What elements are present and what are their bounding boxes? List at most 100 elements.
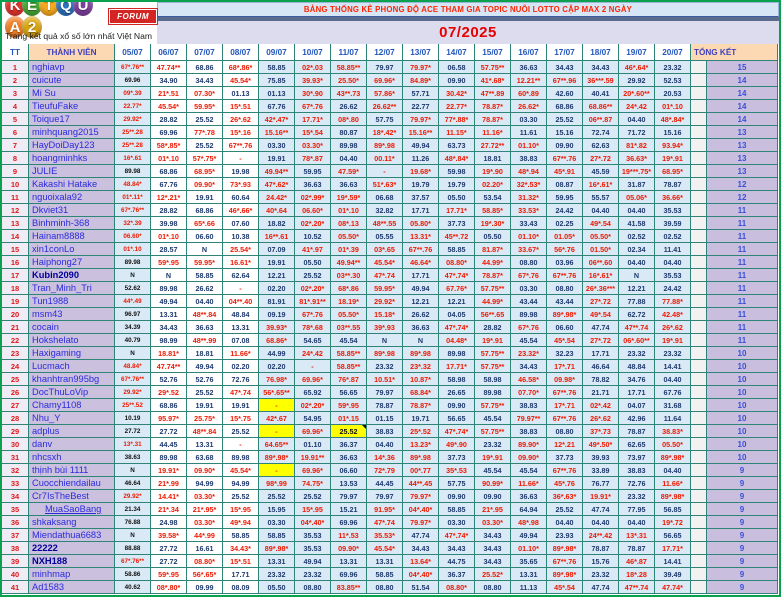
value-cell[interactable]: 04.40 <box>583 204 619 217</box>
value-cell[interactable]: 26.62** <box>367 100 403 113</box>
value-cell[interactable]: 57.75** <box>475 347 511 360</box>
value-cell[interactable]: 44.75 <box>439 555 475 568</box>
value-cell[interactable]: 96.97 <box>115 308 151 321</box>
value-cell[interactable]: 31.87 <box>619 178 655 191</box>
value-cell[interactable]: 26.62* <box>511 100 547 113</box>
value-cell[interactable]: 89.90* <box>511 438 547 451</box>
value-cell[interactable]: 25.54* <box>223 243 259 256</box>
value-cell[interactable]: 67**.76 <box>547 152 583 165</box>
value-cell[interactable]: 69.96 <box>151 126 187 139</box>
value-cell[interactable]: 02.20 <box>259 282 295 295</box>
value-cell[interactable]: 83.85** <box>331 581 367 594</box>
value-cell[interactable]: 19.91 <box>259 256 295 269</box>
value-cell[interactable]: 08.80 <box>367 581 403 594</box>
value-cell[interactable]: 57.71 <box>403 87 439 100</box>
value-cell[interactable]: 02.52 <box>655 230 691 243</box>
value-cell[interactable]: 38.83 <box>511 152 547 165</box>
value-cell[interactable]: 11*.53 <box>331 529 367 542</box>
value-cell[interactable]: 49.94 <box>151 295 187 308</box>
value-cell[interactable]: 17.71* <box>295 113 331 126</box>
value-cell[interactable]: 16*.61* <box>583 269 619 282</box>
value-cell[interactable]: 48**.55 <box>367 217 403 230</box>
value-cell[interactable]: 25*.52 <box>403 425 439 438</box>
value-cell[interactable]: 68.86* <box>259 334 295 347</box>
value-cell[interactable]: 33.43 <box>511 217 547 230</box>
value-cell[interactable]: 89.98 <box>331 139 367 152</box>
value-cell[interactable]: 28.57 <box>151 243 187 256</box>
value-cell[interactable]: 79.97* <box>403 61 439 74</box>
value-cell[interactable]: 24.42 <box>655 282 691 295</box>
value-cell[interactable]: 57.75** <box>475 425 511 438</box>
value-cell[interactable]: 27*.72 <box>583 295 619 308</box>
value-cell[interactable]: 19.68* <box>403 165 439 178</box>
value-cell[interactable]: 25.52 <box>259 490 295 503</box>
value-cell[interactable]: 59*.95 <box>151 568 187 581</box>
value-cell[interactable]: 51*.63* <box>367 178 403 191</box>
value-cell[interactable]: 81.91 <box>259 295 295 308</box>
value-cell[interactable]: 45.54* <box>151 100 187 113</box>
value-cell[interactable]: 13.31* <box>403 230 439 243</box>
value-cell[interactable]: 19*.91 <box>655 334 691 347</box>
value-cell[interactable]: 04.40 <box>367 438 403 451</box>
value-cell[interactable]: 45*.54 <box>547 334 583 347</box>
value-cell[interactable]: 04.05 <box>439 308 475 321</box>
value-cell[interactable]: 67**.76 <box>547 464 583 477</box>
value-cell[interactable]: 36.63 <box>403 321 439 334</box>
value-cell[interactable]: 14.41* <box>151 490 187 503</box>
value-cell[interactable]: 02*.20* <box>295 399 331 412</box>
value-cell[interactable]: - <box>259 425 295 438</box>
value-cell[interactable]: 02.34 <box>619 243 655 256</box>
value-cell[interactable]: 18.81 <box>187 347 223 360</box>
value-cell[interactable]: 55.57 <box>583 191 619 204</box>
value-cell[interactable]: 19*.30* <box>475 217 511 230</box>
value-cell[interactable]: 15.18* <box>367 308 403 321</box>
member-name[interactable]: Lucmach <box>29 360 115 373</box>
value-cell[interactable]: 43**.73 <box>331 87 367 100</box>
value-cell[interactable]: 47*.74 <box>367 516 403 529</box>
value-cell[interactable]: 25.52* <box>475 568 511 581</box>
value-cell[interactable]: 05.50 <box>475 230 511 243</box>
value-cell[interactable]: 62.63 <box>583 139 619 152</box>
value-cell[interactable]: 56*.65* <box>187 568 223 581</box>
value-cell[interactable]: 09.90* <box>187 178 223 191</box>
value-cell[interactable]: 19*.91 <box>475 451 511 464</box>
value-cell[interactable]: 65.92 <box>295 386 331 399</box>
value-cell[interactable]: 34.43 <box>475 555 511 568</box>
value-cell[interactable]: 49*.94 <box>223 516 259 529</box>
value-cell[interactable]: 13.31 <box>223 321 259 334</box>
value-cell[interactable]: 56.65 <box>331 386 367 399</box>
value-cell[interactable]: 67**.76 <box>403 243 439 256</box>
value-cell[interactable]: 63.73 <box>439 139 475 152</box>
value-cell[interactable]: 35*.53 <box>439 464 475 477</box>
value-cell[interactable]: 38.83 <box>511 399 547 412</box>
value-cell[interactable]: 34.43 <box>511 360 547 373</box>
value-cell[interactable]: 11.16* <box>475 126 511 139</box>
value-cell[interactable]: 29.92 <box>619 74 655 87</box>
value-cell[interactable]: 68.86 <box>151 399 187 412</box>
value-cell[interactable]: 19*.72 <box>655 516 691 529</box>
value-cell[interactable]: 08.80 <box>475 581 511 594</box>
value-cell[interactable]: 44.45 <box>367 477 403 490</box>
value-cell[interactable]: 89.98 <box>439 347 475 360</box>
value-cell[interactable]: 04.40 <box>619 204 655 217</box>
member-name[interactable]: Cuocchiendailau <box>29 477 115 490</box>
value-cell[interactable]: 72*.79 <box>367 464 403 477</box>
value-cell[interactable]: 24.42 <box>547 204 583 217</box>
value-cell[interactable]: 22.77* <box>439 100 475 113</box>
value-cell[interactable]: 23.32 <box>655 347 691 360</box>
value-cell[interactable]: 15.21 <box>331 503 367 516</box>
value-cell[interactable]: 25.52 <box>223 425 259 438</box>
value-cell[interactable]: 44.99 <box>259 347 295 360</box>
value-cell[interactable]: 39.58* <box>151 529 187 542</box>
value-cell[interactable]: 35.53* <box>367 529 403 542</box>
value-cell[interactable]: - <box>367 165 403 178</box>
value-cell[interactable]: 09*.39 <box>115 87 151 100</box>
value-cell[interactable]: - <box>223 152 259 165</box>
value-cell[interactable]: 06**.87 <box>583 113 619 126</box>
value-cell[interactable]: 68.86 <box>187 204 223 217</box>
member-name[interactable]: TieufuFake <box>29 100 115 113</box>
value-cell[interactable]: 53.54 <box>475 191 511 204</box>
value-cell[interactable]: 29*.52 <box>151 386 187 399</box>
value-cell[interactable]: 89.98 <box>511 308 547 321</box>
value-cell[interactable]: 25.52 <box>187 113 223 126</box>
